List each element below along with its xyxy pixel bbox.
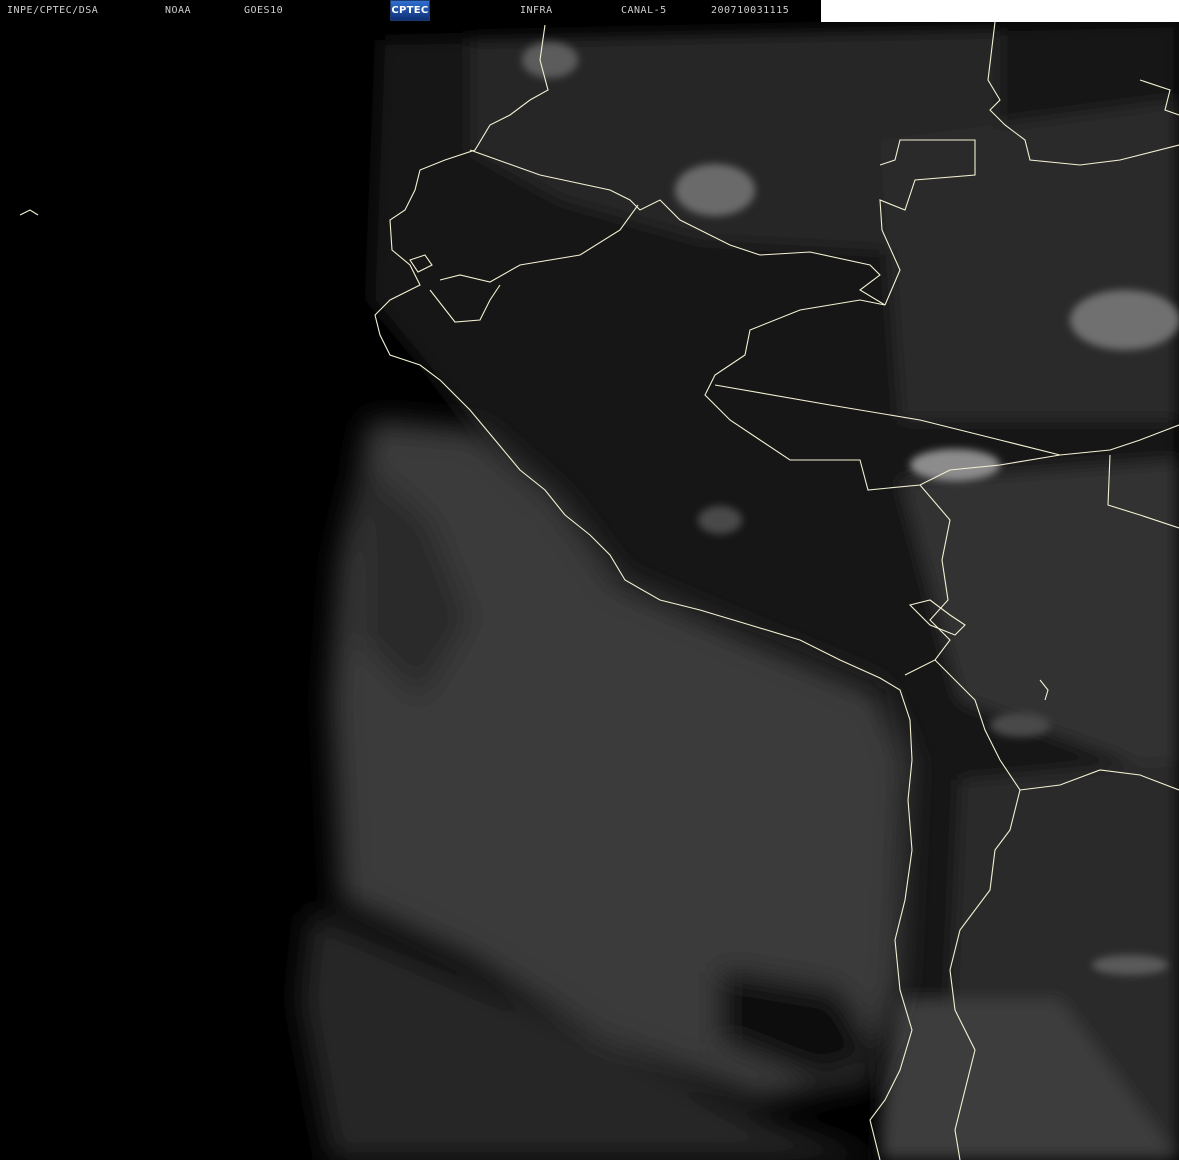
satellite-image: INPE/CPTEC/DSA NOAA GOES10 CPTEC INFRA C… bbox=[0, 0, 1179, 1160]
institution-label: INPE/CPTEC/DSA bbox=[7, 5, 99, 16]
satellite-label: GOES10 bbox=[244, 5, 284, 16]
channel-label: CANAL-5 bbox=[621, 5, 667, 16]
cptec-logo-text: CPTEC bbox=[391, 5, 429, 16]
agency-label: NOAA bbox=[165, 5, 192, 16]
cptec-logo: CPTEC bbox=[390, 0, 430, 21]
blank-box bbox=[821, 0, 1179, 22]
image-header-bar: INPE/CPTEC/DSA NOAA GOES10 CPTEC INFRA C… bbox=[0, 0, 1179, 22]
band-label: INFRA bbox=[520, 5, 553, 16]
timestamp-label: 200710031115 bbox=[711, 5, 790, 16]
satellite-map bbox=[0, 22, 1179, 1160]
